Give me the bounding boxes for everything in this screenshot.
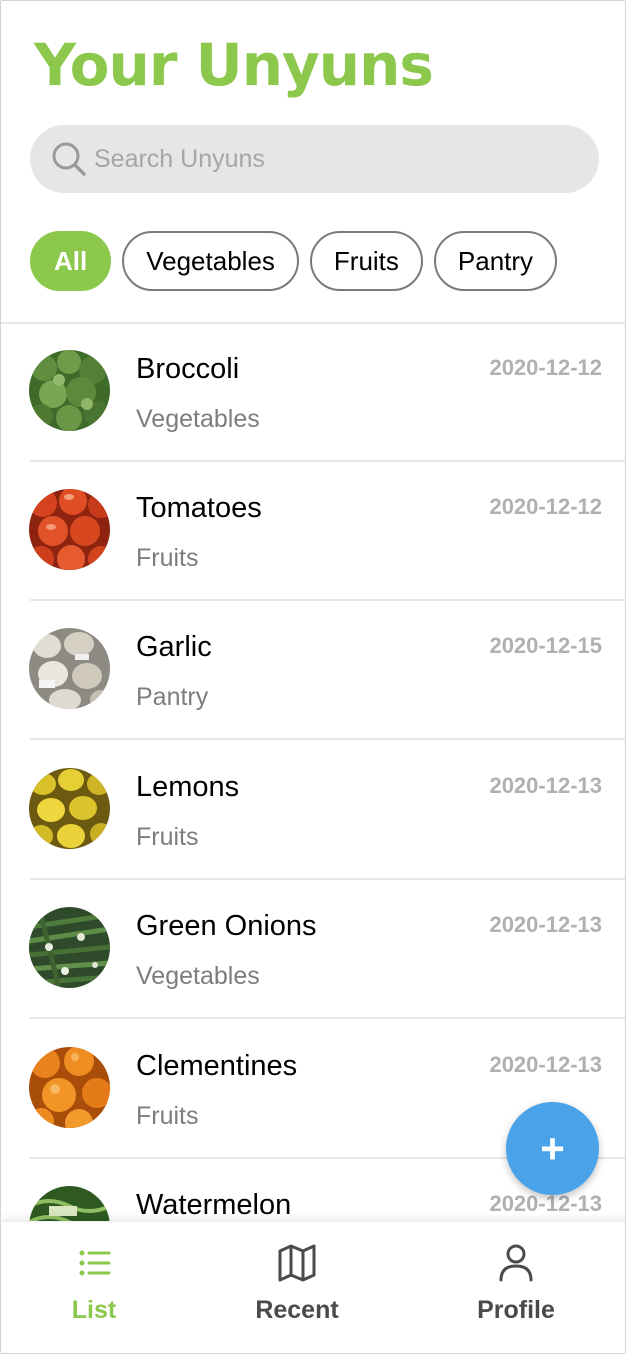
- item-category: Pantry: [136, 683, 209, 711]
- add-item-button[interactable]: +: [506, 1102, 599, 1195]
- list-item[interactable]: Garlic Pantry 2020-12-15: [1, 601, 625, 740]
- list-item[interactable]: Tomatoes Fruits 2020-12-12: [1, 462, 625, 601]
- list-icon: [79, 1250, 111, 1276]
- watermelon-image: [29, 1186, 110, 1221]
- filter-chip-fruits[interactable]: Fruits: [309, 231, 423, 291]
- tab-list[interactable]: List: [14, 1222, 174, 1353]
- item-date: 2020-12-13: [489, 1052, 602, 1077]
- filter-chip-vegetables[interactable]: Vegetables: [122, 231, 299, 291]
- clementines-image: [29, 1047, 110, 1128]
- green-onions-image: [29, 907, 110, 988]
- filter-chip-pantry[interactable]: Pantry: [433, 231, 558, 291]
- item-date: 2020-12-13: [489, 1191, 602, 1216]
- tab-recent[interactable]: Recent: [217, 1222, 377, 1353]
- item-list[interactable]: Broccoli Vegetables 2020-12-12 Tomatoes …: [1, 323, 625, 1221]
- row-divider: [30, 738, 625, 740]
- tab-label: Recent: [255, 1296, 339, 1324]
- search-input[interactable]: [94, 125, 574, 193]
- category-filters: All Vegetables Fruits Pantry: [30, 231, 558, 291]
- row-divider: [30, 1017, 625, 1019]
- list-item[interactable]: Broccoli Vegetables 2020-12-12: [1, 323, 625, 462]
- page-title: Your Unyuns: [34, 31, 434, 99]
- item-category: Fruits: [136, 823, 199, 851]
- item-name: Tomatoes: [136, 492, 262, 524]
- lemons-image: [29, 768, 110, 849]
- item-name: Lemons: [136, 771, 240, 803]
- map-icon: [278, 1244, 316, 1282]
- tomatoes-image: [29, 489, 110, 570]
- item-name: Green Onions: [136, 910, 317, 942]
- tab-label: List: [71, 1296, 117, 1324]
- item-date: 2020-12-12: [489, 494, 602, 519]
- item-name: Clementines: [136, 1050, 298, 1082]
- filter-chip-all[interactable]: All: [30, 231, 112, 291]
- item-category: Vegetables: [136, 962, 260, 990]
- item-date: 2020-12-12: [489, 355, 602, 380]
- item-name: Watermelon: [136, 1189, 292, 1221]
- item-name: Garlic: [136, 631, 212, 663]
- tab-label: Profile: [477, 1296, 555, 1324]
- list-item[interactable]: Lemons Fruits 2020-12-13: [1, 741, 625, 880]
- tab-profile[interactable]: Profile: [436, 1222, 596, 1353]
- item-category: Fruits: [136, 1102, 199, 1130]
- garlic-image: [29, 628, 110, 709]
- app-screen: Your Unyuns All Vegetables Fruits Pantry: [0, 0, 626, 1354]
- search-bar[interactable]: [30, 125, 599, 193]
- bottom-tab-bar: List Recent Profile: [1, 1221, 625, 1353]
- item-name: Broccoli: [136, 353, 240, 385]
- list-item[interactable]: Green Onions Vegetables 2020-12-13: [1, 880, 625, 1019]
- item-category: Vegetables: [136, 405, 260, 433]
- search-icon: [52, 142, 86, 176]
- item-date: 2020-12-15: [489, 633, 602, 658]
- broccoli-image: [29, 350, 110, 431]
- item-date: 2020-12-13: [489, 773, 602, 798]
- item-date: 2020-12-13: [489, 912, 602, 937]
- plus-icon: +: [540, 1124, 565, 1172]
- person-icon: [499, 1244, 533, 1282]
- item-category: Fruits: [136, 544, 199, 572]
